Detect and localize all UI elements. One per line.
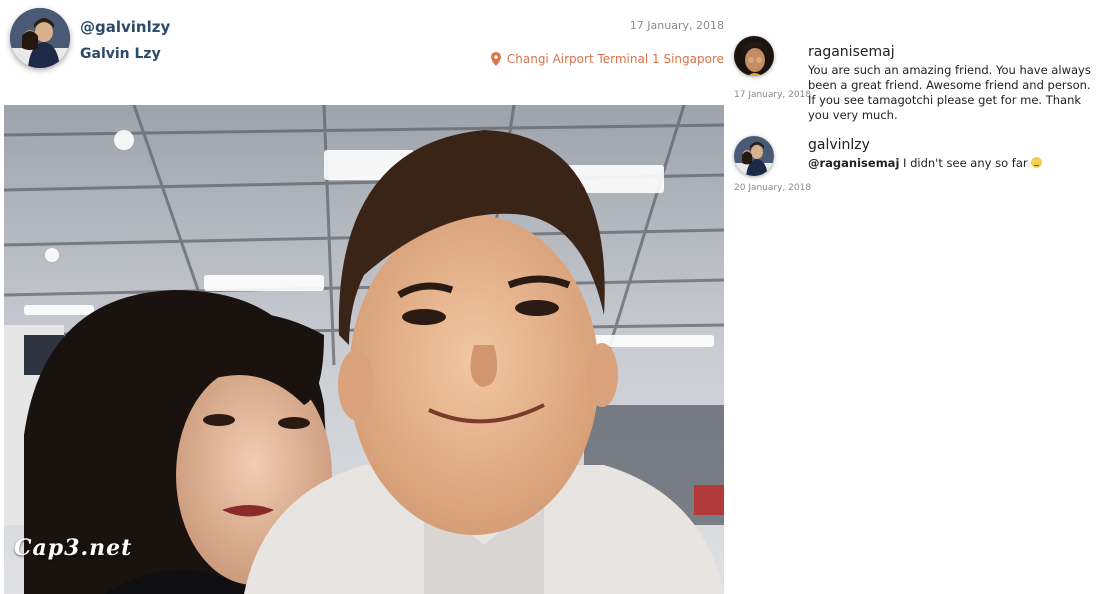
photo-watermark: Cap3.net	[14, 535, 133, 561]
author-name[interactable]: Galvin Lzy	[80, 46, 161, 62]
post-date: 17 January, 2018	[629, 19, 724, 32]
location-label: Changi Airport Terminal 1 Singapore	[506, 52, 724, 66]
author-handle[interactable]: @galvinlzy	[80, 18, 170, 36]
post-photo[interactable]: Cap3.net	[4, 105, 724, 594]
comment-username[interactable]: raganisemaj	[808, 44, 895, 60]
comment-username[interactable]: galvinlzy	[808, 137, 870, 153]
author-avatar[interactable]	[10, 8, 70, 68]
comment-mention[interactable]: @raganisemaj	[808, 156, 899, 170]
comment-date: 17 January, 2018	[734, 90, 812, 100]
grimacing-face-icon	[1030, 157, 1042, 168]
map-pin-icon	[490, 52, 501, 66]
comment-date: 20 January, 2018	[734, 183, 812, 193]
post-header: @galvinlzy Galvin Lzy 17 January, 2018 C…	[0, 0, 730, 100]
comment-item: 20 January, 2018 galvinlzy @raganisemaj …	[730, 130, 1110, 230]
post-location[interactable]: Changi Airport Terminal 1 Singapore	[490, 52, 724, 66]
comments-panel: 17 January, 2018 raganisemaj You are suc…	[730, 30, 1110, 230]
comment-text: You are such an amazing friend. You have…	[808, 63, 1091, 122]
commenter-avatar[interactable]	[734, 136, 774, 176]
comment-text: @raganisemaj I didn't see any so far	[808, 156, 1100, 171]
comment-item: 17 January, 2018 raganisemaj You are suc…	[730, 30, 1110, 130]
commenter-avatar[interactable]	[734, 36, 774, 76]
comment-body: I didn't see any so far	[903, 156, 1028, 170]
